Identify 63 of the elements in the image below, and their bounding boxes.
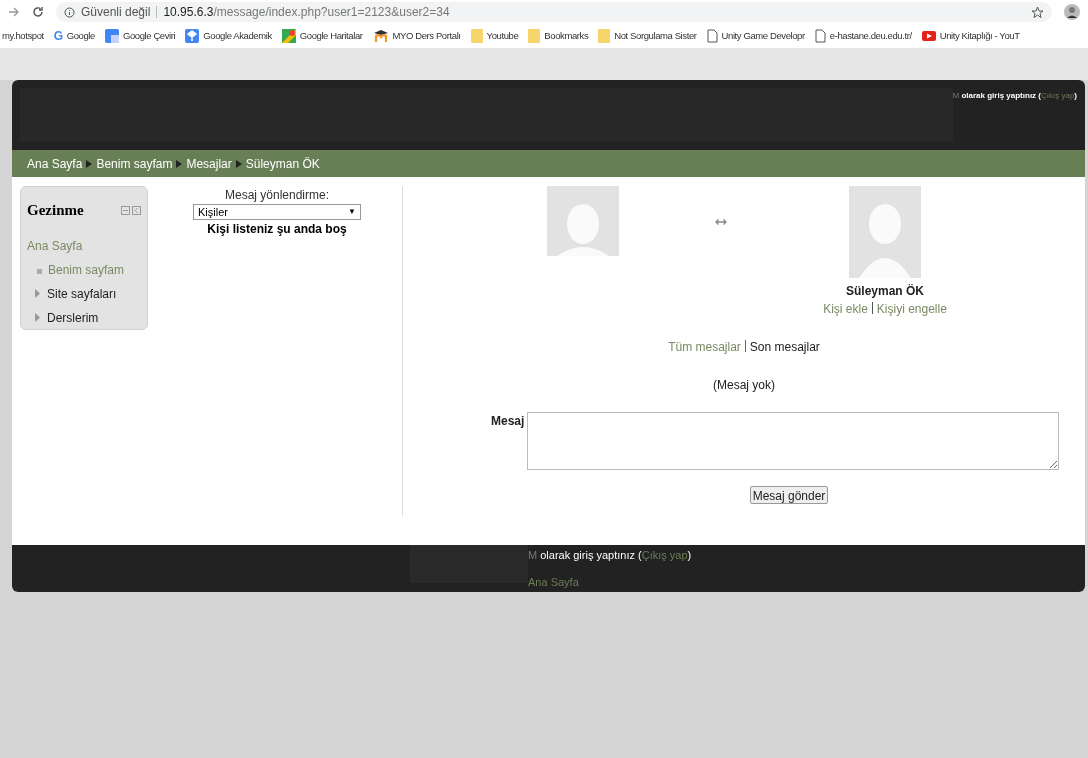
folder-icon <box>598 29 611 43</box>
reload-icon[interactable] <box>32 6 44 18</box>
history-link[interactable]: Tüm mesajlar <box>668 338 741 356</box>
bookmark-link[interactable]: my.hotspot <box>2 28 44 44</box>
avatar-icon[interactable] <box>1064 4 1080 20</box>
field-label: Mesaj yönlendirme: <box>224 187 329 204</box>
action-link[interactable]: Kişiyi engelle <box>876 300 947 318</box>
breadcrumb-link[interactable]: Ana Sayfa <box>27 154 83 173</box>
star-icon[interactable] <box>1031 5 1044 19</box>
swap-arrows-icon <box>715 218 728 226</box>
scholar-icon <box>185 29 200 43</box>
separator-arrow-icon <box>235 159 242 168</box>
url-text: 10.95.6.3/message/index.php?user1=2123&user2=34 <box>163 4 450 21</box>
bullet-icon <box>37 269 42 274</box>
dropdown-arrow-icon: ▼ <box>348 206 356 218</box>
bookmark-link[interactable]: Google <box>66 28 95 44</box>
breadcrumb-link[interactable]: Süleyman ÖK <box>245 154 320 173</box>
bookmark-link[interactable]: e-hastane.deu.edu.tr/ <box>829 28 912 44</box>
breadcrumb-link[interactable]: Mesajlar <box>186 154 232 173</box>
breadcrumb-link[interactable]: Benim sayfam <box>96 154 173 173</box>
bookmark-link[interactable]: Google Akademik <box>203 28 272 44</box>
home-link[interactable]: Ana Sayfa <box>528 573 692 590</box>
bookmark-link[interactable]: Unity Game Developr <box>721 28 805 44</box>
logout-link[interactable]: Çıkış yap <box>641 549 688 561</box>
login-info: M olarak giriş yaptınız (Çıkış yap) <box>528 548 692 563</box>
empty-contacts-text: Kişi listeniz şu anda boş <box>207 221 347 238</box>
bookmark-link[interactable]: Google Haritalar <box>299 28 363 44</box>
bookmark-link[interactable]: Unity Kitaplığı - YouT <box>939 28 1020 44</box>
contacts-select[interactable]: Kişiler ▼ <box>193 204 361 220</box>
folder-icon <box>528 29 541 43</box>
action-link[interactable]: Kişi ekle <box>823 300 868 318</box>
send-button[interactable]: Mesaj gönder <box>749 486 829 504</box>
bookmark-link[interactable]: Youtube <box>486 28 519 44</box>
youtube-icon <box>921 31 936 41</box>
page-icon <box>706 29 718 43</box>
google-icon: G <box>53 30 63 42</box>
map-icon <box>281 29 296 43</box>
history-link[interactable]: Son mesajlar <box>749 338 820 356</box>
bookmark-link[interactable]: Google Çeviri <box>122 28 176 44</box>
bookmark-link[interactable]: MYO Ders Portalı <box>392 28 461 44</box>
folder-icon <box>470 29 483 43</box>
info-icon <box>64 6 75 18</box>
user-avatar-icon <box>849 186 921 278</box>
translate-icon <box>104 29 119 43</box>
user-name: Süleyman ÖK <box>845 283 924 300</box>
bookmark-link[interactable]: Not Sorgulama Sister <box>614 28 697 44</box>
minimize-icon[interactable] <box>121 205 130 215</box>
user-avatar-icon <box>547 186 620 256</box>
bookmark-link[interactable]: Bookmarks <box>544 28 589 44</box>
graduation-cap-icon <box>372 29 389 43</box>
block-title: Gezinme <box>27 201 84 220</box>
forward-icon[interactable] <box>8 6 20 18</box>
dock-icon[interactable] <box>132 205 141 215</box>
no-messages-text: (Mesaj yok) <box>713 377 775 394</box>
security-label: Güvenli değil <box>81 4 151 21</box>
nav-link[interactable]: Derslerim <box>47 308 99 327</box>
nav-link[interactable]: Site sayfaları <box>47 284 117 303</box>
address-bar[interactable]: Güvenli değil 10.95.6.3/message/index.php?user1=2123&user2=34 <box>56 2 1052 22</box>
separator-arrow-icon <box>176 159 183 168</box>
separator-arrow-icon <box>86 159 93 168</box>
message-field[interactable] <box>527 412 1059 470</box>
page-icon <box>814 29 826 43</box>
login-info: M olarak giriş yaptınız (Çıkış yap) <box>952 90 1077 102</box>
